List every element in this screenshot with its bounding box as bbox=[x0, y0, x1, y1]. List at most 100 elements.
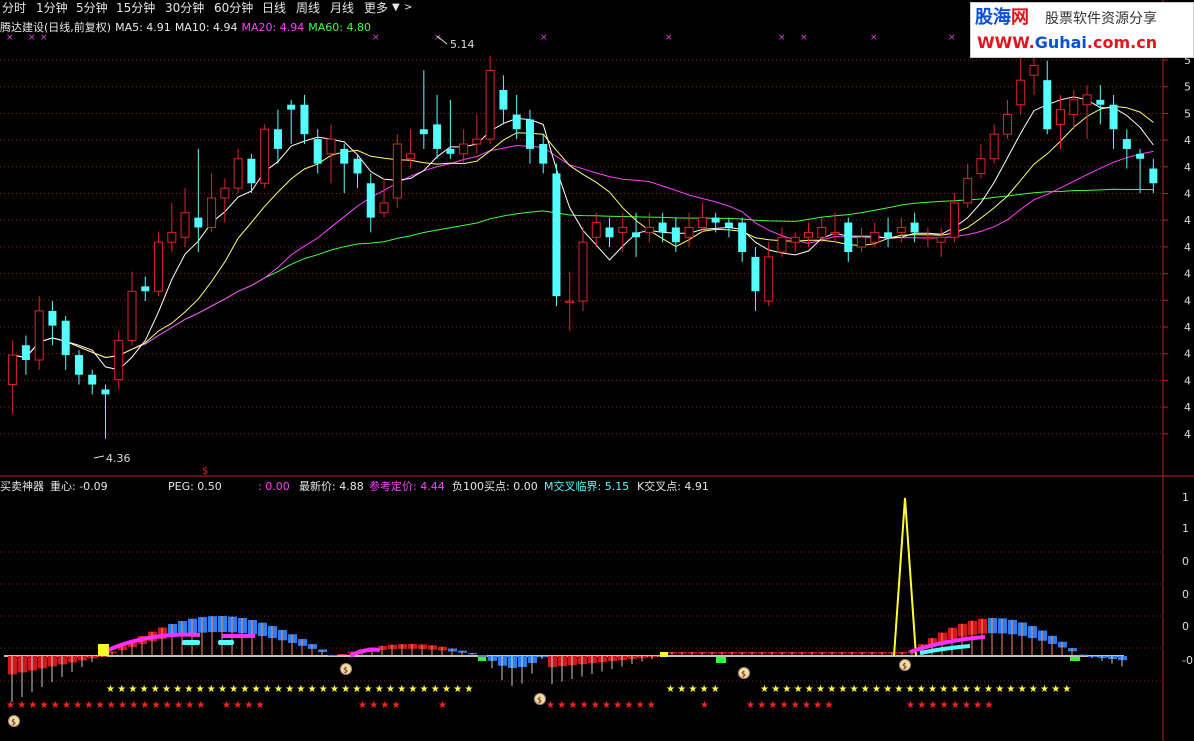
yellow-star-icon: ★ bbox=[408, 684, 417, 695]
candle-body bbox=[88, 374, 97, 385]
yellow-star-icon: ★ bbox=[173, 684, 182, 695]
cyan-marker bbox=[182, 640, 200, 645]
tab-30min[interactable]: 30分钟 bbox=[165, 0, 204, 16]
indicator-name: 买卖神器 bbox=[0, 480, 44, 493]
yellow-star-icon: ★ bbox=[816, 684, 825, 695]
candle-body bbox=[61, 320, 70, 356]
tab-timeshare[interactable]: 分时 bbox=[2, 0, 26, 16]
yellow-star-icon: ★ bbox=[296, 684, 305, 695]
candle bbox=[1069, 90, 1079, 130]
watermark-slogan: 股票软件资源分享 bbox=[1045, 11, 1157, 27]
yellow-star-icon: ★ bbox=[872, 684, 881, 695]
yellow-star-icon: ★ bbox=[196, 684, 205, 695]
green-signal-box bbox=[478, 657, 486, 661]
watermark-url: WWW.Guhai.com.cn bbox=[977, 33, 1158, 52]
candle-body bbox=[499, 90, 508, 110]
candle-body bbox=[1002, 114, 1012, 135]
candle bbox=[751, 247, 760, 311]
next-arrow-icon[interactable]: > bbox=[404, 0, 412, 16]
k-cross-point: K交叉点: 4.91 bbox=[637, 480, 709, 493]
axis-tick-label: 4 bbox=[1184, 374, 1191, 387]
yellow-star-icon: ★ bbox=[453, 684, 462, 695]
candle-body bbox=[313, 139, 322, 164]
yellow-star-icon: ★ bbox=[861, 684, 870, 695]
red-star-icon: ★ bbox=[438, 700, 447, 711]
red-star-icon: ★ bbox=[244, 700, 253, 711]
candle-body bbox=[379, 202, 389, 214]
red-star-icon: ★ bbox=[163, 700, 172, 711]
candle-body bbox=[194, 217, 203, 228]
candle-body bbox=[233, 158, 243, 189]
yellow-star-icon: ★ bbox=[666, 684, 675, 695]
candle bbox=[777, 227, 787, 257]
candle-body bbox=[260, 128, 270, 184]
yellow-star-icon: ★ bbox=[364, 684, 373, 695]
tab-1min[interactable]: 1分钟 bbox=[36, 0, 68, 16]
candle bbox=[1096, 85, 1105, 125]
yellow-star-icon: ★ bbox=[229, 684, 238, 695]
cross-marker-icon: × bbox=[665, 33, 673, 43]
tab-monthly[interactable]: 月线 bbox=[330, 0, 354, 16]
candle-body bbox=[711, 217, 720, 223]
yellow-star-icon: ★ bbox=[950, 684, 959, 695]
candle bbox=[220, 178, 230, 223]
red-star-icon: ★ bbox=[185, 700, 194, 711]
money-bag-icon: $ bbox=[902, 662, 907, 671]
candle bbox=[565, 271, 575, 331]
candle bbox=[923, 227, 933, 248]
tab-15min[interactable]: 15分钟 bbox=[116, 0, 155, 16]
red-star-icon: ★ bbox=[557, 700, 566, 711]
candle bbox=[499, 75, 508, 125]
candle-body bbox=[340, 148, 349, 164]
candle bbox=[366, 173, 375, 233]
candle-body bbox=[1109, 104, 1118, 130]
yellow-star-icon: ★ bbox=[917, 684, 926, 695]
candle bbox=[936, 227, 946, 257]
neg100-buy-point: 负100买点: 0.00 bbox=[452, 480, 538, 493]
candle-body bbox=[1082, 94, 1092, 106]
money-bag-icon: $ bbox=[343, 666, 348, 675]
red-star-icon: ★ bbox=[358, 700, 367, 711]
candle-body bbox=[1016, 79, 1026, 106]
chart-canvas[interactable]: × × × × × × × × × × × 5.14 4.36 $ 5554444444444441… bbox=[0, 0, 1194, 741]
axis-tick-label: 4 bbox=[1184, 214, 1191, 227]
cyan-marker bbox=[218, 640, 234, 645]
candle-body bbox=[220, 187, 230, 199]
red-star-icon: ★ bbox=[824, 700, 833, 711]
reference-price: 参考定价: 4.44 bbox=[369, 480, 445, 493]
tab-daily[interactable]: 日线 bbox=[262, 0, 286, 16]
yellow-star-icon: ★ bbox=[151, 684, 160, 695]
candle bbox=[127, 271, 137, 346]
red-star-icon: ★ bbox=[380, 700, 389, 711]
candle-body bbox=[632, 232, 641, 238]
tab-weekly[interactable]: 周线 bbox=[296, 0, 320, 16]
candle bbox=[738, 217, 747, 262]
m-cross-threshold: M交叉临界: 5.15 bbox=[544, 480, 630, 493]
tab-more[interactable]: 更多 bbox=[364, 0, 388, 16]
tab-5min[interactable]: 5分钟 bbox=[76, 0, 108, 16]
candle bbox=[697, 202, 707, 233]
red-star-icon: ★ bbox=[802, 700, 811, 711]
ma-legend: 腾达建设(日线,前复权) MA5: 4.91 MA10: 4.94 MA20: 4.9… bbox=[0, 20, 375, 36]
candle-body bbox=[1096, 99, 1105, 105]
red-star-icon: ★ bbox=[546, 700, 555, 711]
candle-body bbox=[247, 158, 256, 184]
candle-body bbox=[127, 290, 137, 341]
red-star-icon: ★ bbox=[813, 700, 822, 711]
candle bbox=[989, 124, 999, 164]
red-star-icon: ★ bbox=[951, 700, 960, 711]
red-star-icon: ★ bbox=[962, 700, 971, 711]
candle-body bbox=[353, 158, 362, 174]
tab-60min[interactable]: 60分钟 bbox=[214, 0, 253, 16]
axis-tick-label: 4 bbox=[1184, 241, 1191, 254]
candle-body bbox=[472, 138, 482, 145]
red-star-icon: ★ bbox=[591, 700, 600, 711]
axis-tick-label: 4 bbox=[1184, 401, 1191, 414]
candle bbox=[817, 217, 827, 243]
candle-body bbox=[777, 236, 787, 253]
candle bbox=[433, 94, 442, 159]
yellow-star-icon: ★ bbox=[700, 684, 709, 695]
yellow-star-icon: ★ bbox=[883, 684, 892, 695]
candle-body bbox=[738, 222, 747, 252]
dropdown-arrow-icon[interactable]: ▼ bbox=[392, 0, 400, 16]
